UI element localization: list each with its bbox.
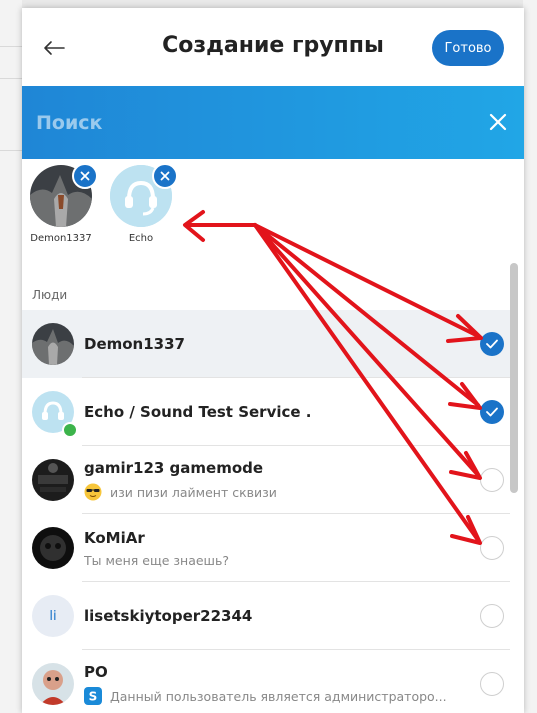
contact-status-text: Данный пользователь является администрат… <box>110 688 447 704</box>
avatar-image-icon <box>32 323 74 365</box>
contact-checkbox[interactable] <box>480 604 504 628</box>
background-page-right <box>523 0 537 713</box>
sunglasses-emoji-icon <box>84 483 102 501</box>
online-status-indicator <box>62 422 78 438</box>
avatar-image-icon <box>32 459 74 501</box>
avatar <box>32 527 74 569</box>
selected-chip: Echo <box>106 163 178 244</box>
background-divider <box>0 46 22 47</box>
avatar <box>32 459 74 501</box>
avatar-initials: li <box>49 608 57 624</box>
avatar <box>32 323 74 365</box>
search-input[interactable] <box>34 106 458 140</box>
done-button[interactable]: Готово <box>432 30 504 66</box>
contact-name: Demon1337 <box>84 335 185 353</box>
list-item[interactable]: Echo / Sound Test Service . <box>22 378 510 446</box>
contact-name: KoMiAr <box>84 528 145 547</box>
contact-name: Echo / Sound Test Service . <box>84 403 312 421</box>
remove-member-button[interactable] <box>72 163 98 189</box>
close-icon <box>160 171 170 181</box>
list-item[interactable]: PO S Данный пользователь является админи… <box>22 650 510 713</box>
remove-member-button[interactable] <box>152 163 178 189</box>
avatar <box>32 663 74 705</box>
selected-chip: Demon1337 <box>26 163 98 244</box>
contact-checkbox[interactable] <box>480 400 504 424</box>
search-bar <box>22 86 524 159</box>
contact-checkbox[interactable] <box>480 332 504 356</box>
avatar <box>110 163 178 227</box>
create-group-modal: Создание группы Готово Поиск Demon1337 E… <box>22 8 524 713</box>
modal-header: Создание группы Готово <box>22 8 524 88</box>
avatar: li <box>32 595 74 637</box>
list-item[interactable]: li lisetskiytoper22344 <box>22 582 510 650</box>
list-item[interactable]: Demon1337 <box>22 310 510 378</box>
contact-status: S Данный пользователь является администр… <box>84 687 454 705</box>
contact-checkbox[interactable] <box>480 468 504 492</box>
contact-name: PO <box>84 663 108 681</box>
contact-name: lisetskiytoper22344 <box>84 607 253 625</box>
selected-chip-label: Echo <box>128 233 154 244</box>
contact-checkbox[interactable] <box>480 672 504 696</box>
checkmark-icon <box>486 339 498 349</box>
contact-name: gamir123 gamemode <box>84 459 264 477</box>
list-scrollbar[interactable] <box>510 263 518 493</box>
contact-status: Ты меня еще знаешь? <box>84 553 454 568</box>
skype-icon: S <box>84 687 102 705</box>
list-item[interactable]: KoMiAr Ты меня еще знаешь? <box>22 514 510 582</box>
contact-list: Demon1337 Echo / Sound Test Service . ga… <box>22 310 510 713</box>
checkmark-icon <box>486 407 498 417</box>
selected-members: Demon1337 Echo <box>22 159 524 279</box>
close-icon <box>489 113 507 131</box>
background-divider <box>0 78 22 79</box>
background-page-left <box>0 0 22 713</box>
background-divider <box>0 150 22 151</box>
avatar-image-icon <box>32 527 74 569</box>
svg-text:S: S <box>89 690 98 704</box>
contact-status-text: Ты меня еще знаешь? <box>84 552 230 568</box>
search-clear-button[interactable] <box>482 106 514 138</box>
selected-chip-label: Demon1337 <box>30 233 92 244</box>
close-icon <box>80 171 90 181</box>
contact-checkbox[interactable] <box>480 536 504 560</box>
avatar-image-icon <box>32 663 74 705</box>
contact-status-text: изи пизи лаймент сквизи <box>110 484 277 500</box>
avatar <box>30 163 98 227</box>
list-item[interactable]: gamir123 gamemode изи пизи лаймент сквиз… <box>22 446 510 514</box>
contact-status: изи пизи лаймент сквизи <box>84 483 454 501</box>
section-label-people: Люди <box>32 288 68 302</box>
